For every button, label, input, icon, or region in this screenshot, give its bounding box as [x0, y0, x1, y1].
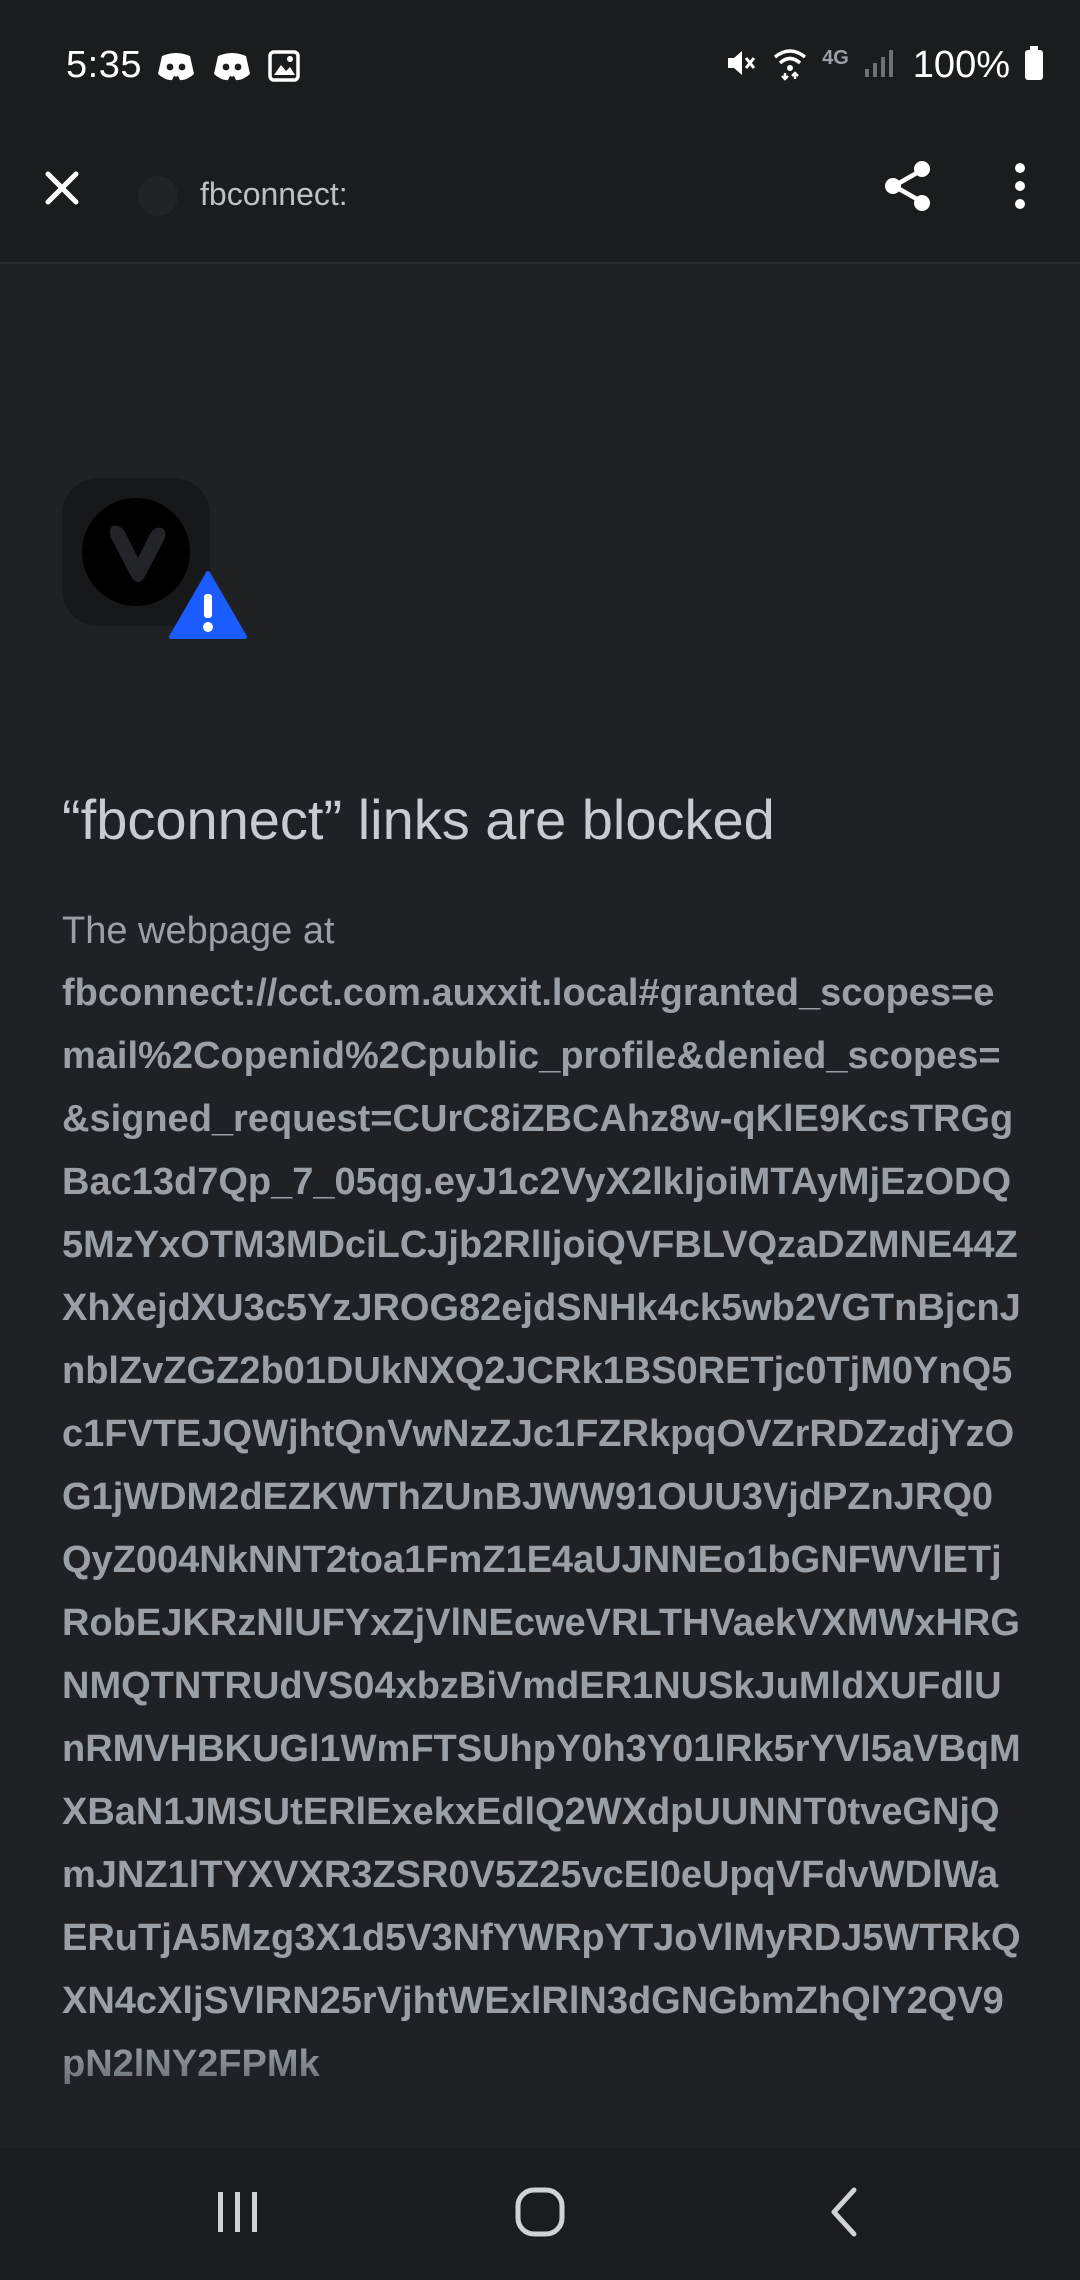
network-type-label: 4G [822, 47, 849, 69]
battery-percent: 100% [912, 44, 1010, 86]
back-button[interactable] [784, 2168, 904, 2260]
recents-button[interactable] [178, 2168, 298, 2260]
home-button[interactable] [480, 2168, 600, 2260]
more-vert-icon [1013, 162, 1027, 215]
status-time: 5:35 [66, 44, 142, 86]
wifi-icon [772, 45, 808, 86]
blocked-url: fbconnect://cct.com.auxxit.local#granted… [62, 972, 1021, 2085]
description-lead: The webpage at [62, 910, 335, 952]
discord-icon [156, 50, 196, 87]
blocked-link-screen: 5:35 4G 100% fbconnect: “fbconnect” link… [0, 0, 1080, 2280]
custom-tab-toolbar: fbconnect: [0, 134, 1080, 264]
signal-icon [863, 47, 899, 84]
share-button[interactable] [876, 156, 940, 220]
status-bar: 5:35 4G 100% [0, 0, 1080, 134]
more-options-button[interactable] [990, 156, 1050, 220]
discord-icon [212, 50, 252, 87]
site-favicon [138, 176, 178, 216]
close-icon [42, 168, 82, 213]
home-icon [514, 2186, 566, 2243]
notification-icons [156, 50, 300, 87]
back-icon [826, 2186, 862, 2243]
recents-icon [214, 2188, 262, 2241]
blocked-app-icon [62, 478, 247, 639]
page-url-title[interactable]: fbconnect: [200, 170, 348, 218]
blocked-title: “fbconnect” links are blocked [62, 788, 775, 851]
mute-icon [724, 46, 758, 85]
share-icon [882, 158, 934, 219]
battery-icon [1024, 46, 1044, 85]
close-button[interactable] [30, 158, 94, 222]
system-status-icons: 4G 100% [724, 44, 1044, 87]
gallery-icon [268, 50, 300, 87]
warning-icon [168, 570, 248, 640]
system-navigation-bar [0, 2148, 1080, 2280]
